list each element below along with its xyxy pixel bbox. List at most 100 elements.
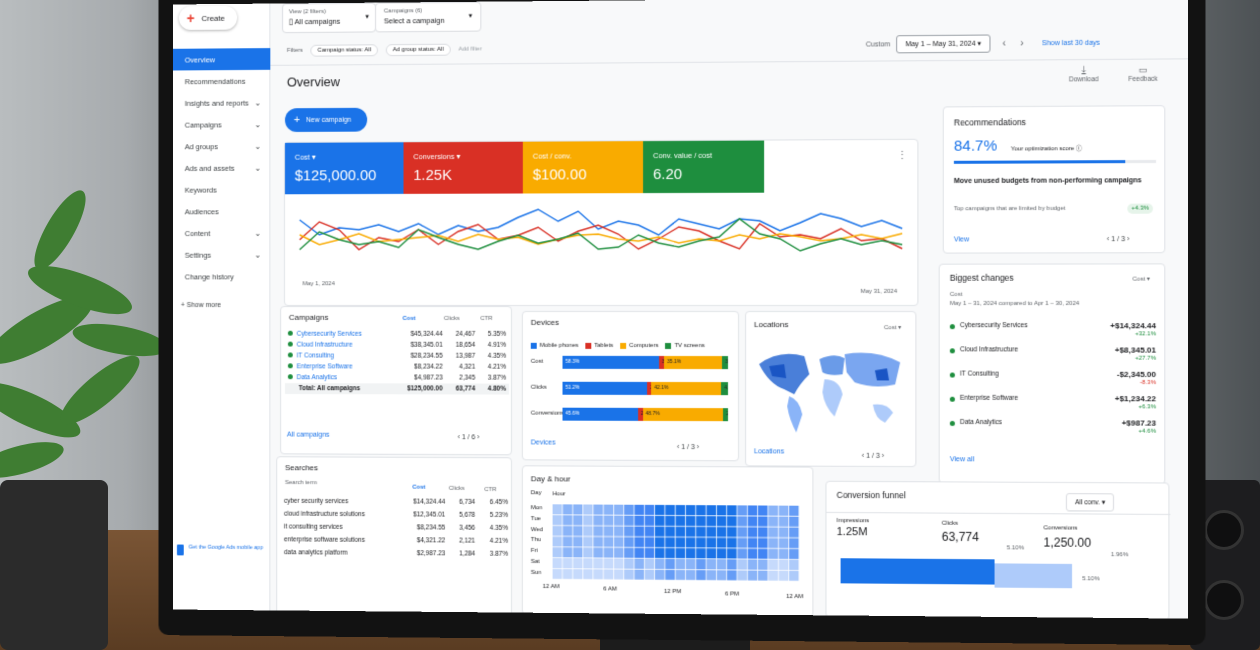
- heatmap-cell[interactable]: [645, 570, 654, 580]
- table-row[interactable]: data analytics platform $2,987.23 1,284 3.8…: [281, 546, 511, 561]
- heatmap-cell[interactable]: [645, 559, 654, 569]
- table-row[interactable]: Data Analytics $4,987.23 2,345 3.87%: [285, 372, 509, 383]
- heatmap-cell[interactable]: [737, 570, 747, 580]
- heatmap-cell[interactable]: [758, 560, 768, 570]
- heatmap-cell[interactable]: [706, 570, 716, 580]
- device-segment[interactable]: 35.1%: [664, 356, 722, 369]
- date-range-picker[interactable]: May 1 – May 31, 2024 ▾: [896, 35, 990, 54]
- locations-pager[interactable]: ‹ 1 / 3 ›: [862, 453, 884, 460]
- heatmap-cell[interactable]: [717, 538, 727, 548]
- locations-link[interactable]: Locations: [754, 448, 784, 455]
- sidebar-item-keywords[interactable]: Keywords: [173, 179, 270, 201]
- heatmap-cell[interactable]: [727, 570, 737, 580]
- heatmap-cell[interactable]: [634, 505, 643, 515]
- heatmap-cell[interactable]: [696, 505, 706, 515]
- device-segment[interactable]: 42.1%: [651, 382, 721, 395]
- col-header-cost[interactable]: Cost: [403, 316, 416, 322]
- next-icon[interactable]: ›: [475, 434, 479, 441]
- heatmap-cell[interactable]: [768, 538, 778, 548]
- heatmap-cell[interactable]: [634, 548, 643, 558]
- heatmap-cell[interactable]: [593, 569, 602, 579]
- next-period-icon[interactable]: ›: [1020, 38, 1023, 49]
- heatmap-cell[interactable]: [686, 537, 695, 547]
- heatmap-cell[interactable]: [696, 516, 706, 526]
- heatmap-cell[interactable]: [789, 506, 799, 516]
- heatmap-cell[interactable]: [779, 506, 789, 516]
- metric-tab-1[interactable]: Conversions ▾ 1.25K: [404, 142, 523, 194]
- heatmap-cell[interactable]: [573, 515, 582, 525]
- metric-tab-3[interactable]: Conv. value / cost 6.20: [643, 141, 764, 194]
- view-all-changes-link[interactable]: View all: [950, 456, 974, 463]
- heatmap-cell[interactable]: [717, 559, 727, 569]
- heatmap-cell[interactable]: [676, 559, 685, 569]
- heatmap-cell[interactable]: [737, 549, 747, 559]
- heatmap-cell[interactable]: [604, 515, 613, 525]
- device-segment[interactable]: 58.3%: [563, 356, 659, 369]
- heatmap-cell[interactable]: [553, 504, 562, 514]
- heatmap-cell[interactable]: [614, 515, 623, 525]
- heatmap-cell[interactable]: [696, 570, 706, 580]
- heatmap-cell[interactable]: [676, 548, 685, 558]
- conversion-type-select[interactable]: All conv. ▾: [1066, 493, 1114, 511]
- heatmap-cell[interactable]: [665, 516, 674, 526]
- heatmap-cell[interactable]: [768, 516, 778, 526]
- heatmap-cell[interactable]: [624, 537, 633, 547]
- heatmap-cell[interactable]: [789, 571, 799, 581]
- heatmap-cell[interactable]: [553, 569, 562, 579]
- col-header-clicks[interactable]: Clicks: [444, 316, 460, 322]
- heatmap-cell[interactable]: [696, 559, 706, 569]
- table-row[interactable]: IT Consulting $28,234.55 13,987 4.35%: [285, 351, 509, 362]
- change-row[interactable]: Cloud Infrastructure +$8,345.01 +27.7%: [950, 345, 1156, 368]
- heatmap-cell[interactable]: [717, 570, 727, 580]
- heatmap-cell[interactable]: [676, 505, 685, 515]
- heatmap-cell[interactable]: [634, 516, 643, 526]
- change-row[interactable]: IT Consulting -$2,345.00 -8.3%: [950, 369, 1156, 392]
- heatmap-cell[interactable]: [593, 537, 602, 547]
- heatmap-cell[interactable]: [717, 516, 727, 526]
- heatmap-cell[interactable]: [604, 537, 613, 547]
- recommendation-title[interactable]: Move unused budgets from non-performing …: [954, 177, 1148, 185]
- heatmap-cell[interactable]: [676, 570, 685, 580]
- heatmap-cell[interactable]: [573, 526, 582, 536]
- all-campaigns-link[interactable]: All campaigns: [287, 432, 330, 439]
- heatmap-cell[interactable]: [553, 558, 562, 568]
- sidebar-item-insights-and-reports[interactable]: Insights and reports ⌄: [173, 92, 270, 114]
- heatmap-cell[interactable]: [583, 526, 592, 536]
- sidebar-item-settings[interactable]: Settings ⌄: [173, 244, 270, 266]
- heatmap-cell[interactable]: [614, 537, 623, 547]
- create-button[interactable]: + Create: [179, 6, 237, 30]
- heatmap-cell[interactable]: [737, 538, 747, 548]
- heatmap-cell[interactable]: [706, 538, 716, 548]
- heatmap-cell[interactable]: [563, 558, 572, 568]
- view-selector[interactable]: View (2 filters) ▯ All campaigns ▼: [282, 3, 376, 33]
- heatmap-cell[interactable]: [768, 527, 778, 537]
- heatmap-cell[interactable]: [604, 569, 613, 579]
- show-more-button[interactable]: + Show more: [181, 302, 221, 309]
- heatmap-cell[interactable]: [634, 526, 643, 536]
- heatmap-cell[interactable]: [789, 560, 799, 570]
- heatmap-cell[interactable]: [634, 570, 643, 580]
- heatmap-cell[interactable]: [614, 505, 623, 515]
- heatmap-cell[interactable]: [624, 569, 633, 579]
- prev-period-icon[interactable]: ‹: [1003, 38, 1006, 49]
- heatmap-cell[interactable]: [789, 549, 799, 559]
- heatmap-cell[interactable]: [583, 558, 592, 568]
- add-filter-button[interactable]: Add filter: [458, 46, 481, 52]
- heatmap-cell[interactable]: [573, 569, 582, 579]
- help-icon[interactable]: ⓘ: [1076, 146, 1082, 152]
- recommendations-pager[interactable]: ‹ 1 / 3 ›: [1107, 236, 1130, 243]
- heatmap-cell[interactable]: [758, 527, 768, 537]
- change-row[interactable]: Data Analytics +$987.23 +4.6%: [950, 418, 1156, 441]
- heatmap-cell[interactable]: [583, 569, 592, 579]
- sidebar-item-change-history[interactable]: Change history: [173, 265, 270, 287]
- heatmap-cell[interactable]: [563, 547, 572, 557]
- sidebar-item-recommendations[interactable]: Recommendations: [173, 70, 270, 92]
- heatmap-cell[interactable]: [614, 559, 623, 569]
- heatmap-cell[interactable]: [686, 527, 695, 537]
- heatmap-cell[interactable]: [779, 527, 789, 537]
- heatmap-cell[interactable]: [604, 526, 613, 536]
- heatmap-cell[interactable]: [758, 516, 768, 526]
- heatmap-cell[interactable]: [563, 515, 572, 525]
- device-segment[interactable]: 4.1%: [721, 382, 728, 395]
- heatmap-cell[interactable]: [583, 515, 592, 525]
